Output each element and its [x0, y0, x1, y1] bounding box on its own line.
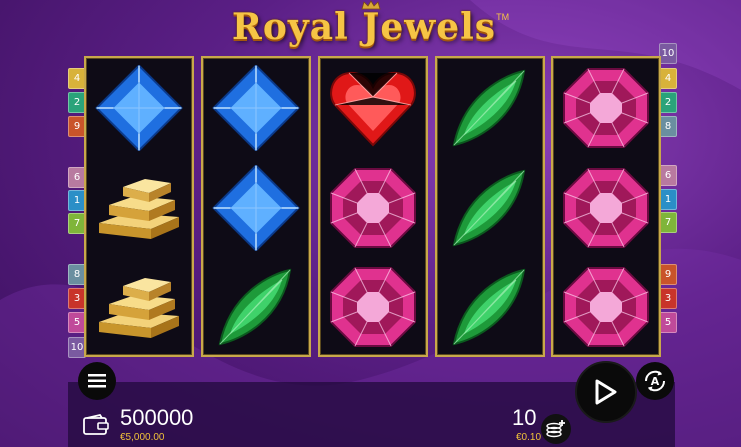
amethyst-octagon-symbol — [320, 257, 426, 356]
payline-badge-right-8[interactable]: 8 — [659, 116, 677, 137]
reel-2 — [201, 56, 311, 357]
bet-money: €0.10 — [516, 432, 542, 443]
amethyst-octagon-symbol — [553, 257, 659, 356]
game-logo: Royal JewelsTM — [0, 6, 741, 48]
game-title: Royal Jewels — [231, 6, 497, 48]
emerald-marquise-symbol — [437, 257, 543, 356]
payline-badge-right-6[interactable]: 6 — [659, 165, 677, 186]
bet-select-button[interactable] — [541, 414, 571, 444]
gold-bars-symbol — [86, 158, 192, 257]
play-icon — [595, 379, 617, 405]
ruby-heart-symbol — [320, 58, 426, 157]
payline-badge-right-2[interactable]: 2 — [659, 92, 677, 113]
payline-badge-right-7[interactable]: 7 — [659, 212, 677, 233]
amethyst-octagon-symbol — [320, 158, 426, 257]
reel-5 — [551, 56, 661, 357]
emerald-marquise-symbol — [203, 257, 309, 356]
payline-badge-right-1[interactable]: 1 — [659, 189, 677, 210]
trademark-mark: TM — [496, 12, 510, 22]
hamburger-icon — [88, 374, 106, 388]
balance-credits: 500000 — [120, 405, 194, 430]
payline-badge-right-4[interactable]: 4 — [659, 68, 677, 89]
payline-badge-right-10[interactable]: 10 — [659, 43, 677, 64]
reel-4 — [435, 56, 545, 357]
menu-button[interactable] — [78, 362, 116, 400]
sapphire-square-symbol — [203, 58, 309, 157]
reel-grid — [84, 56, 661, 357]
payline-badge-right-9[interactable]: 9 — [659, 264, 677, 285]
emerald-marquise-symbol — [437, 158, 543, 257]
crown-icon — [361, 0, 381, 10]
autoplay-button[interactable]: A — [636, 362, 674, 400]
sapphire-square-symbol — [203, 158, 309, 257]
amethyst-octagon-symbol — [553, 58, 659, 157]
wallet-icon — [83, 414, 109, 435]
reel-3 — [318, 56, 428, 357]
payline-badge-right-5[interactable]: 5 — [659, 312, 677, 333]
balance-money: €5,000.00 — [120, 432, 165, 443]
sapphire-square-symbol — [86, 58, 192, 157]
coins-plus-icon — [546, 420, 565, 438]
amethyst-octagon-symbol — [553, 158, 659, 257]
spin-button[interactable] — [575, 361, 637, 423]
reel-1 — [84, 56, 194, 357]
svg-text:A: A — [651, 375, 660, 388]
gold-bars-symbol — [86, 257, 192, 356]
emerald-marquise-symbol — [437, 58, 543, 157]
bet-credits: 10 — [512, 405, 537, 430]
payline-badge-right-3[interactable]: 3 — [659, 288, 677, 309]
autoplay-icon: A — [644, 370, 666, 392]
